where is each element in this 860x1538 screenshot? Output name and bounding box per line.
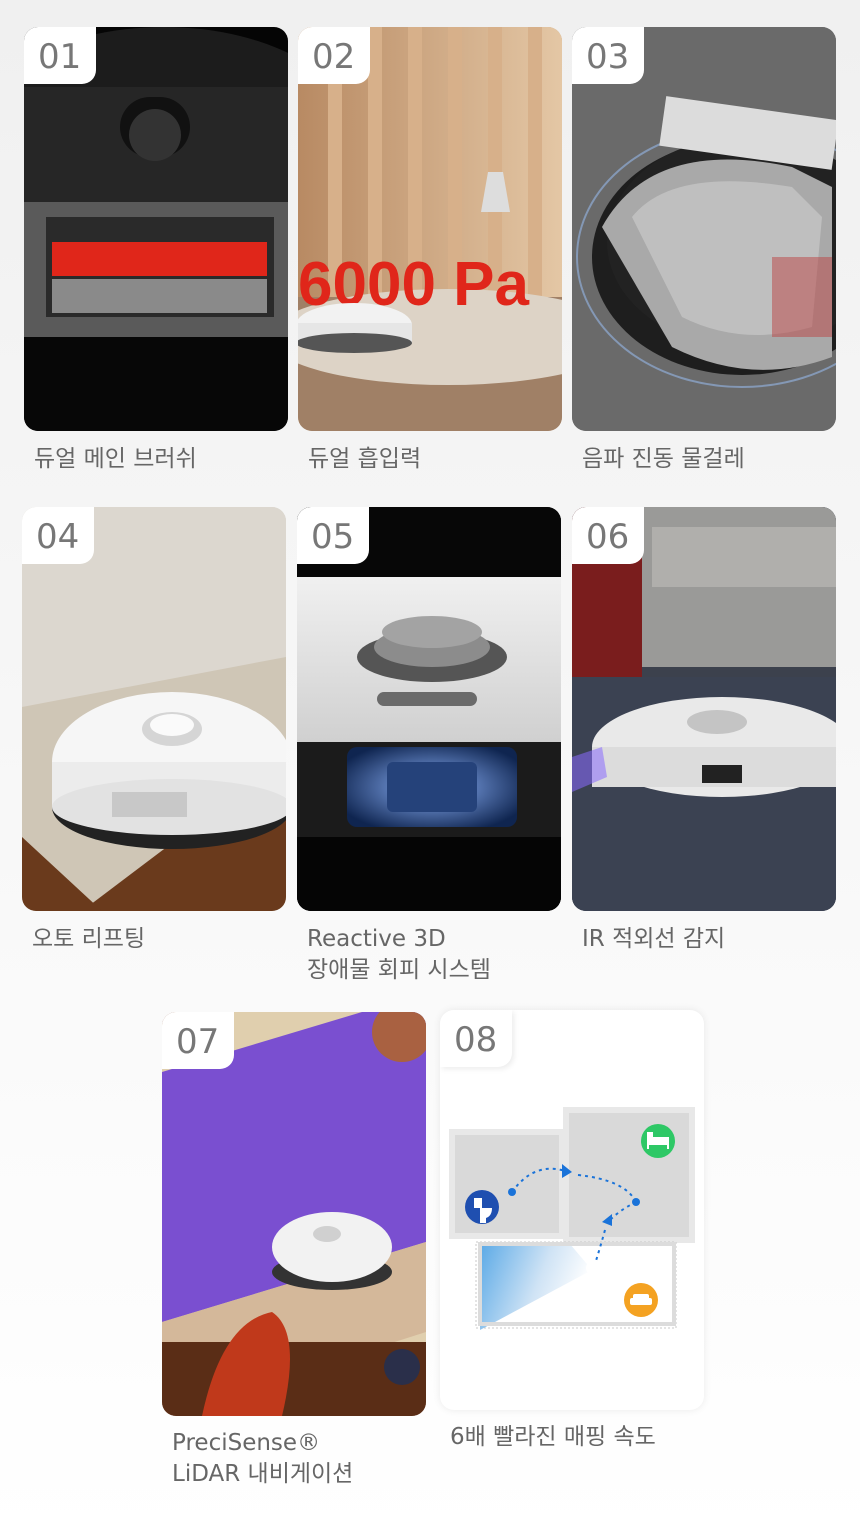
- ir-sensor-image: [572, 507, 836, 911]
- bed-icon: [641, 1124, 675, 1158]
- mapping-diagram: [449, 1107, 695, 1330]
- feature-caption: 듀얼 메인 브러쉬: [34, 446, 197, 472]
- feature-number: 06: [572, 507, 644, 564]
- feature-number: 03: [572, 27, 644, 84]
- feature-card-dual-brush: 01: [24, 27, 288, 431]
- feature-card-auto-lift: 04: [22, 507, 286, 911]
- feature-number: 05: [297, 507, 369, 564]
- feature-caption: 듀얼 흡입력: [308, 446, 422, 472]
- feature-number: 08: [440, 1010, 512, 1067]
- reactive-3d-image: [297, 507, 561, 911]
- feature-caption-line1: Reactive 3D: [307, 926, 446, 952]
- feature-caption-line2: 장애물 회피 시스템: [307, 957, 491, 983]
- dual-brush-image: [24, 27, 288, 431]
- feature-caption-line1: PreciSense®: [172, 1430, 321, 1456]
- sofa-icon: [624, 1283, 658, 1317]
- feature-card-ir-sensor: 06: [572, 507, 836, 911]
- lidar-image: [162, 1012, 426, 1416]
- feature-card-reactive-3d: 05: [297, 507, 561, 911]
- feature-number: 04: [22, 507, 94, 564]
- feature-card-mapping: 08: [440, 1010, 704, 1410]
- feature-caption: 음파 진동 물걸레: [582, 446, 745, 472]
- auto-lift-image: [22, 507, 286, 911]
- feature-card-lidar: 07: [162, 1012, 426, 1416]
- feature-number: 02: [298, 27, 370, 84]
- feature-card-sonic-mop: 03: [572, 27, 836, 431]
- feature-card-suction: 02 6000 Pa: [298, 27, 562, 431]
- feature-caption: IR 적외선 감지: [582, 926, 726, 952]
- feature-number: 07: [162, 1012, 234, 1069]
- feature-caption-line2: LiDAR 내비게이션: [172, 1461, 354, 1487]
- feature-caption: 6배 빨라진 매핑 속도: [450, 1424, 656, 1450]
- sonic-mop-image: [572, 27, 836, 431]
- feature-caption: 오토 리프팅: [32, 926, 146, 952]
- suction-image: 6000 Pa: [298, 27, 562, 431]
- toilet-icon: [465, 1190, 499, 1224]
- feature-number: 01: [24, 27, 96, 84]
